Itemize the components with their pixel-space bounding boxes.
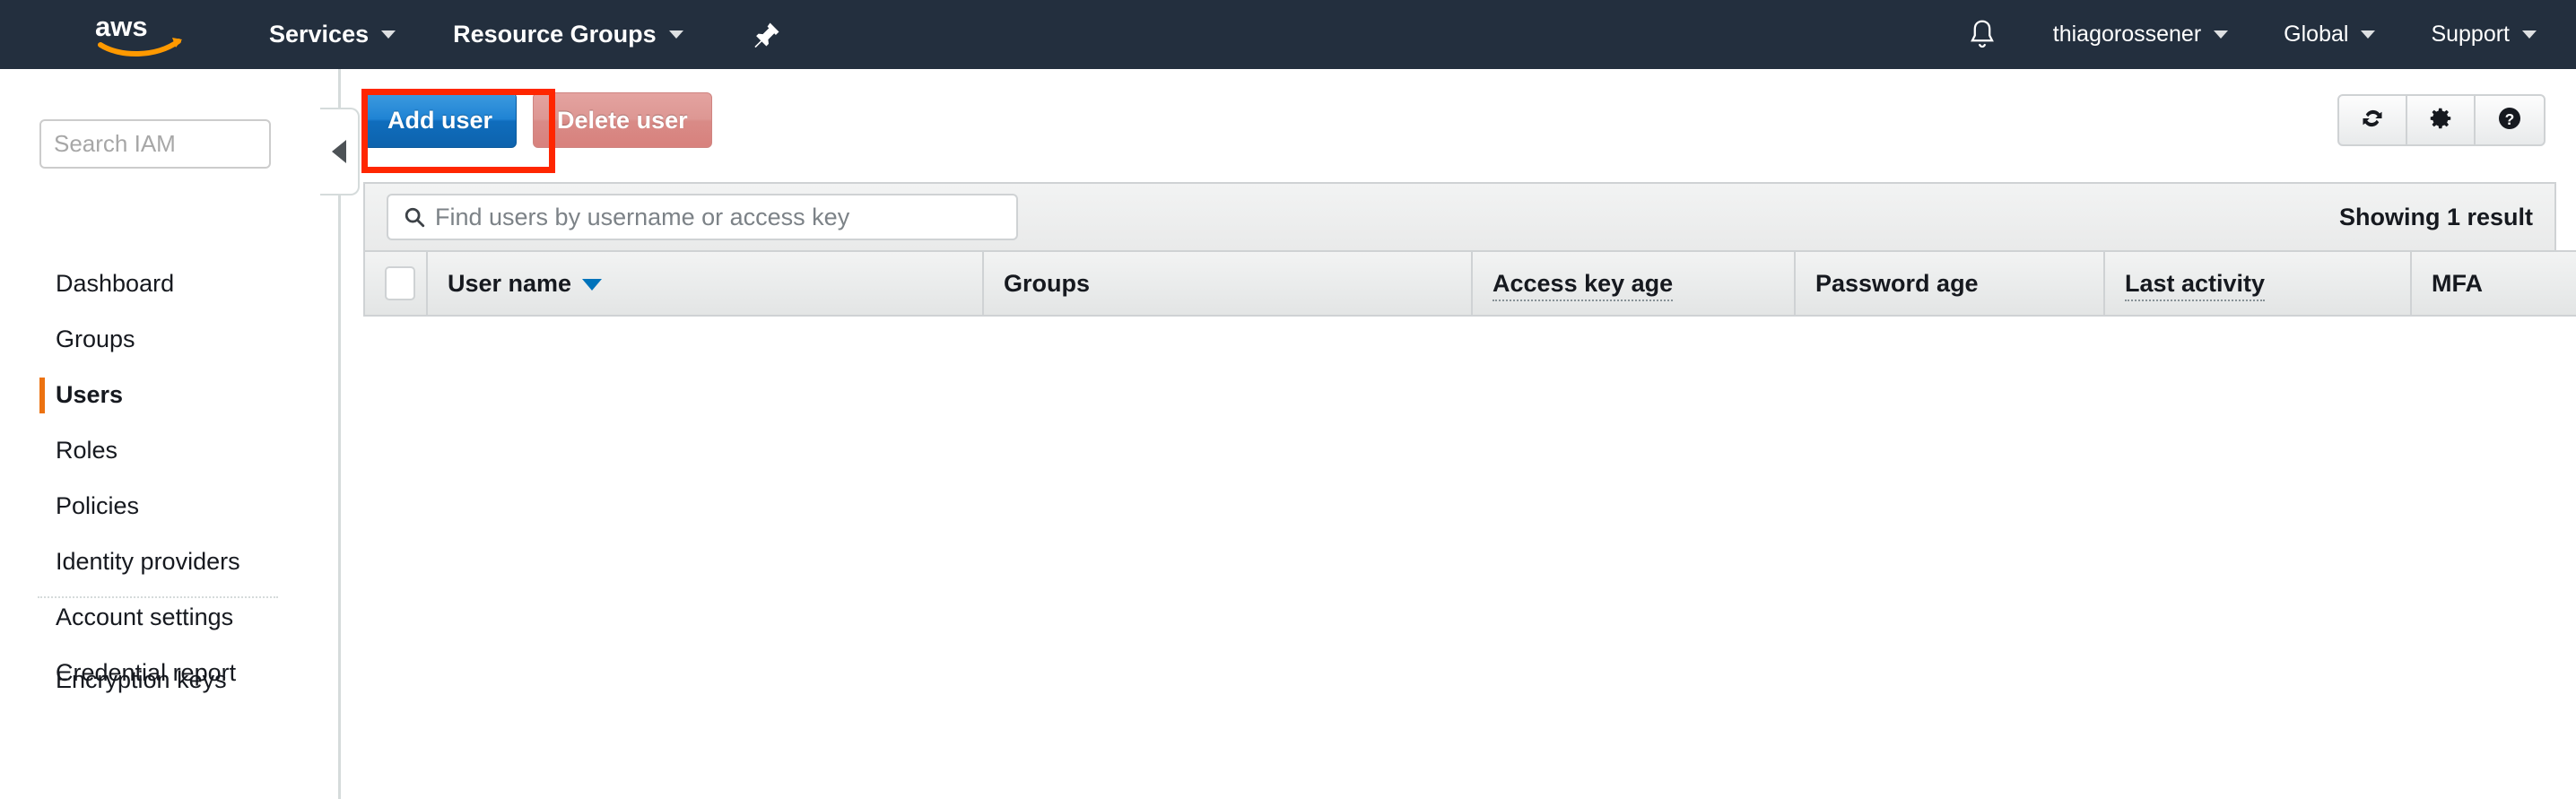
sidebar-collapse-button[interactable]	[320, 108, 360, 195]
gear-icon	[2427, 105, 2454, 136]
navbar-primary-items: Services Resource Groups	[269, 0, 782, 69]
column-header-access-key-age[interactable]: Access key age	[1471, 250, 1796, 317]
sidebar-item-label: Account settings	[56, 603, 234, 630]
refresh-button[interactable]	[2339, 96, 2407, 144]
users-toolbar: Add user Delete user	[363, 92, 712, 148]
help-button[interactable]: ?	[2476, 96, 2544, 144]
svg-text:aws: aws	[95, 11, 148, 42]
toolbar-icon-group: ?	[2337, 94, 2546, 146]
users-search-wrap[interactable]	[387, 194, 1018, 240]
sidebar-item-identity-providers[interactable]: Identity providers	[0, 534, 341, 589]
chevron-down-icon	[668, 30, 683, 39]
column-header-mfa[interactable]: MFA	[2410, 250, 2576, 317]
users-table: User name Groups Access key age Password…	[363, 250, 2576, 317]
nav-region-label: Global	[2284, 22, 2349, 47]
nav-services[interactable]: Services	[269, 21, 396, 48]
sidebar-item-roles[interactable]: Roles	[0, 422, 341, 478]
main-content: Add user Delete user ? Find users by use…	[344, 69, 2576, 799]
refresh-icon	[2359, 105, 2386, 136]
column-header-label: Access key age	[1493, 269, 1674, 301]
collapse-left-triangle-icon	[332, 140, 346, 163]
chevron-down-icon	[2214, 30, 2229, 39]
sidebar-search-input[interactable]	[39, 119, 271, 169]
sidebar-item-label: Roles	[56, 436, 118, 464]
column-header-label: MFA	[2432, 269, 2483, 297]
sidebar-item-label: Groups	[56, 325, 135, 352]
nav-resource-groups-label: Resource Groups	[453, 21, 657, 48]
column-header-label: Password age	[1815, 269, 1979, 297]
nav-support-label: Support	[2431, 22, 2510, 47]
add-user-button-label: Add user	[387, 106, 493, 134]
users-table-header-row: User name Groups Access key age Password…	[363, 250, 2576, 317]
column-header-label: Last activity	[2125, 269, 2266, 301]
users-search-input[interactable]	[435, 203, 991, 231]
sidebar-item-encryption-keys[interactable]: Encryption keys	[0, 652, 227, 708]
notifications-bell-icon[interactable]	[1967, 18, 1997, 52]
add-user-button[interactable]: Add user	[363, 92, 518, 148]
nav-services-label: Services	[269, 21, 370, 48]
sidebar-item-users[interactable]: Users	[0, 367, 341, 422]
delete-user-button: Delete user	[533, 92, 712, 148]
nav-account-user-label: thiagorossener	[2052, 22, 2202, 47]
nav-support[interactable]: Support	[2431, 22, 2537, 48]
help-icon: ?	[2496, 105, 2523, 136]
pushpin-icon[interactable]	[752, 20, 782, 50]
column-header-password-age[interactable]: Password age	[1794, 250, 2105, 317]
sidebar-divider	[38, 596, 278, 598]
svg-text:?: ?	[2505, 109, 2515, 127]
nav-region[interactable]: Global	[2284, 22, 2376, 48]
select-all-header	[363, 250, 428, 317]
column-header-groups[interactable]: Groups	[982, 250, 1473, 317]
search-magnifier-icon	[403, 205, 426, 229]
result-count-label: Showing 1 result	[2338, 203, 2533, 230]
column-header-last-activity[interactable]: Last activity	[2103, 250, 2412, 317]
select-all-checkbox[interactable]	[385, 266, 415, 300]
sidebar-item-groups[interactable]: Groups	[0, 311, 341, 367]
column-header-label: Groups	[1004, 269, 1091, 297]
nav-account-user[interactable]: thiagorossener	[2052, 22, 2229, 48]
sidebar-item-label: Encryption keys	[56, 665, 227, 693]
sidebar-item-label: Identity providers	[56, 547, 240, 575]
chevron-down-icon	[2522, 30, 2537, 39]
sidebar-item-label: Users	[56, 380, 124, 408]
delete-user-button-label: Delete user	[557, 106, 688, 134]
aws-logo[interactable]: aws	[93, 11, 192, 57]
column-header-label: User name	[448, 269, 572, 297]
sidebar-item-label: Policies	[56, 491, 140, 519]
navbar-right-items: thiagorossener Global Support	[1967, 0, 2537, 69]
sidebar-item-dashboard[interactable]: Dashboard	[0, 256, 341, 311]
nav-resource-groups[interactable]: Resource Groups	[453, 21, 683, 48]
top-navbar: aws Services Resource Groups thiagorosse…	[0, 0, 2576, 69]
sidebar-nav: Dashboard Groups Users Roles Policies Id…	[0, 256, 341, 700]
sidebar-item-policies[interactable]: Policies	[0, 478, 341, 534]
sort-descending-icon[interactable]	[582, 278, 603, 291]
settings-button[interactable]	[2407, 96, 2476, 144]
sidebar-item-label: Dashboard	[56, 269, 175, 297]
chevron-down-icon	[2361, 30, 2376, 39]
users-panel: Showing 1 result User name Groups Access…	[363, 182, 2576, 317]
column-header-user-name[interactable]: User name	[426, 250, 984, 317]
sidebar: Dashboard Groups Users Roles Policies Id…	[0, 69, 341, 799]
users-filter-bar: Showing 1 result	[363, 182, 2556, 250]
chevron-down-icon	[381, 30, 396, 39]
